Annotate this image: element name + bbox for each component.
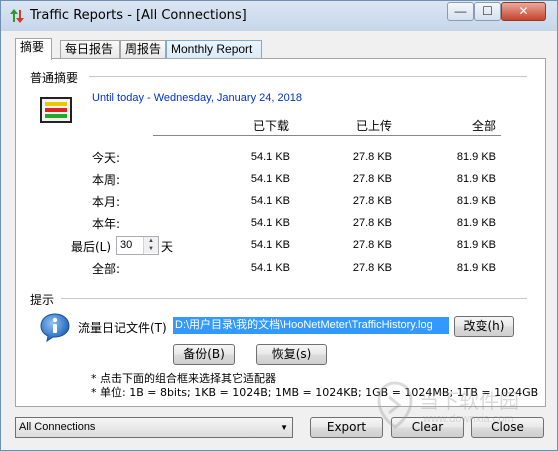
week-total: 81.9 KB	[456, 173, 496, 185]
title-bar[interactable]: Traffic Reports - [All Connections] — ☐ …	[1, 1, 557, 31]
lastdays-download: 54.1 KB	[250, 239, 290, 251]
spin-up-icon[interactable]: ▲	[144, 237, 158, 245]
all-upload: 27.8 KB	[352, 262, 392, 274]
col-header-downloaded: 已下载	[253, 119, 290, 133]
today-download: 54.1 KB	[250, 151, 290, 163]
connection-select[interactable]: All Connections ▼	[15, 417, 293, 438]
change-log-button[interactable]: 改变(h)	[454, 316, 514, 337]
spin-down-icon[interactable]: ▼	[144, 245, 158, 253]
app-traffic-icon	[10, 9, 24, 23]
row-label-all: 全部:	[92, 262, 121, 276]
year-upload: 27.8 KB	[352, 217, 392, 229]
all-total: 81.9 KB	[456, 262, 496, 274]
info-icon	[40, 313, 70, 342]
tips-section-title: 提示	[30, 293, 55, 307]
row-label-year: 本年:	[92, 217, 121, 231]
row-label-today: 今天:	[92, 151, 121, 165]
tips-divider	[61, 298, 527, 299]
log-file-label: 流量日记文件(T)	[78, 321, 167, 335]
week-download: 54.1 KB	[250, 173, 290, 185]
last-days-label: 最后(L)	[71, 240, 112, 254]
summary-section-title: 普通摘要	[30, 71, 79, 85]
watermark-text: 当下软件园	[419, 389, 519, 413]
month-download: 54.1 KB	[250, 195, 290, 207]
traffic-reports-window: Traffic Reports - [All Connections] — ☐ …	[0, 0, 558, 451]
tab-daily-report[interactable]: 每日报告	[60, 40, 120, 59]
today-total: 81.9 KB	[456, 151, 496, 163]
last-days-spinner[interactable]: 30 ▲ ▼	[116, 236, 159, 255]
lastdays-upload: 27.8 KB	[352, 239, 392, 251]
today-upload: 27.8 KB	[352, 151, 392, 163]
year-total: 81.9 KB	[456, 217, 496, 229]
lastdays-total: 81.9 KB	[456, 239, 496, 251]
report-chart-icon	[40, 97, 72, 123]
col-header-uploaded: 已上传	[356, 119, 393, 133]
connection-select-value[interactable]: All Connections	[19, 421, 95, 433]
close-window-button[interactable]: ✕	[501, 2, 546, 21]
tab-monthly-report[interactable]: Monthly Report	[166, 40, 262, 59]
log-file-path-field[interactable]: D:\用户目录\我的文档\HooNetMeter\TrafficHistory.…	[173, 317, 449, 334]
last-days-value[interactable]: 30	[120, 239, 132, 251]
report-period: Until today - Wednesday, January 24, 201…	[92, 92, 302, 104]
spinner-arrows[interactable]: ▲ ▼	[143, 237, 158, 254]
watermark: 当下软件园 www.downxia.com	[371, 377, 551, 437]
col-header-total: 全部	[472, 119, 497, 133]
month-upload: 27.8 KB	[352, 195, 392, 207]
minimize-button[interactable]: —	[447, 2, 474, 21]
all-download: 54.1 KB	[250, 262, 290, 274]
header-divider	[153, 135, 501, 136]
backup-button[interactable]: 备份(B)	[173, 344, 235, 365]
watermark-url: www.downxia.com	[423, 413, 514, 425]
row-label-week: 本周:	[92, 173, 121, 187]
month-total: 81.9 KB	[456, 195, 496, 207]
chevron-down-icon[interactable]: ▼	[280, 418, 288, 437]
tab-weekly-report[interactable]: 周报告	[120, 40, 166, 59]
tab-summary[interactable]: 摘要	[15, 38, 52, 60]
restore-button[interactable]: 恢复(s)	[256, 344, 327, 365]
row-label-days: 天	[161, 240, 174, 254]
window-title: Traffic Reports - [All Connections]	[30, 8, 247, 23]
year-download: 54.1 KB	[250, 217, 290, 229]
summary-divider	[89, 76, 527, 77]
watermark-logo-icon	[377, 381, 413, 429]
week-upload: 27.8 KB	[352, 173, 392, 185]
maximize-button[interactable]: ☐	[474, 2, 501, 21]
row-label-month: 本月:	[92, 195, 121, 209]
